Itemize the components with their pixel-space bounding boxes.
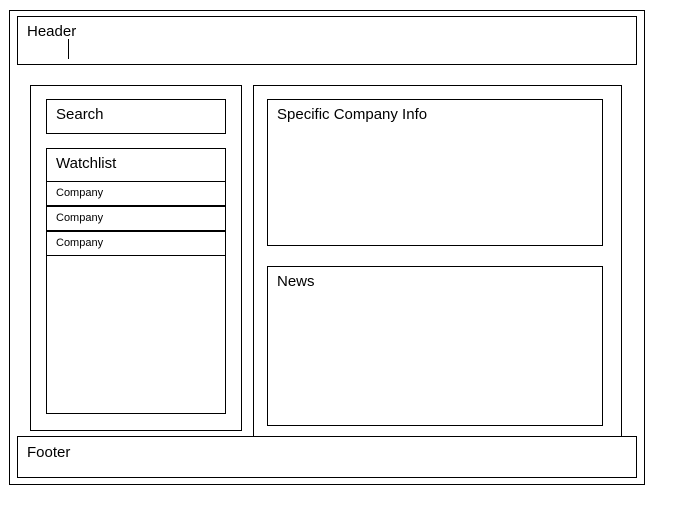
watchlist-item[interactable]: Company xyxy=(46,181,226,206)
main-content-box: Specific Company Info News xyxy=(253,85,622,437)
watchlist-item-label: Company xyxy=(56,237,104,249)
watchlist-title: Watchlist xyxy=(56,155,117,172)
watchlist-box: Watchlist Company Company Company xyxy=(46,148,226,414)
watchlist-item[interactable]: Company xyxy=(46,206,226,231)
search-label: Search xyxy=(56,106,104,123)
news-label: News xyxy=(277,273,315,290)
header-box: Header xyxy=(17,16,637,65)
text-cursor xyxy=(68,39,69,59)
footer-label: Footer xyxy=(27,444,71,461)
footer-box: Footer xyxy=(17,436,637,478)
watchlist-item-label: Company xyxy=(56,212,104,224)
watchlist-item-label: Company xyxy=(56,187,104,199)
company-info-box: Specific Company Info xyxy=(267,99,603,246)
search-box[interactable]: Search xyxy=(46,99,226,134)
sidebar-box: Search Watchlist Company Company Company xyxy=(30,85,242,431)
news-box: News xyxy=(267,266,603,426)
company-info-label: Specific Company Info xyxy=(277,106,428,123)
watchlist-item[interactable]: Company xyxy=(46,231,226,256)
